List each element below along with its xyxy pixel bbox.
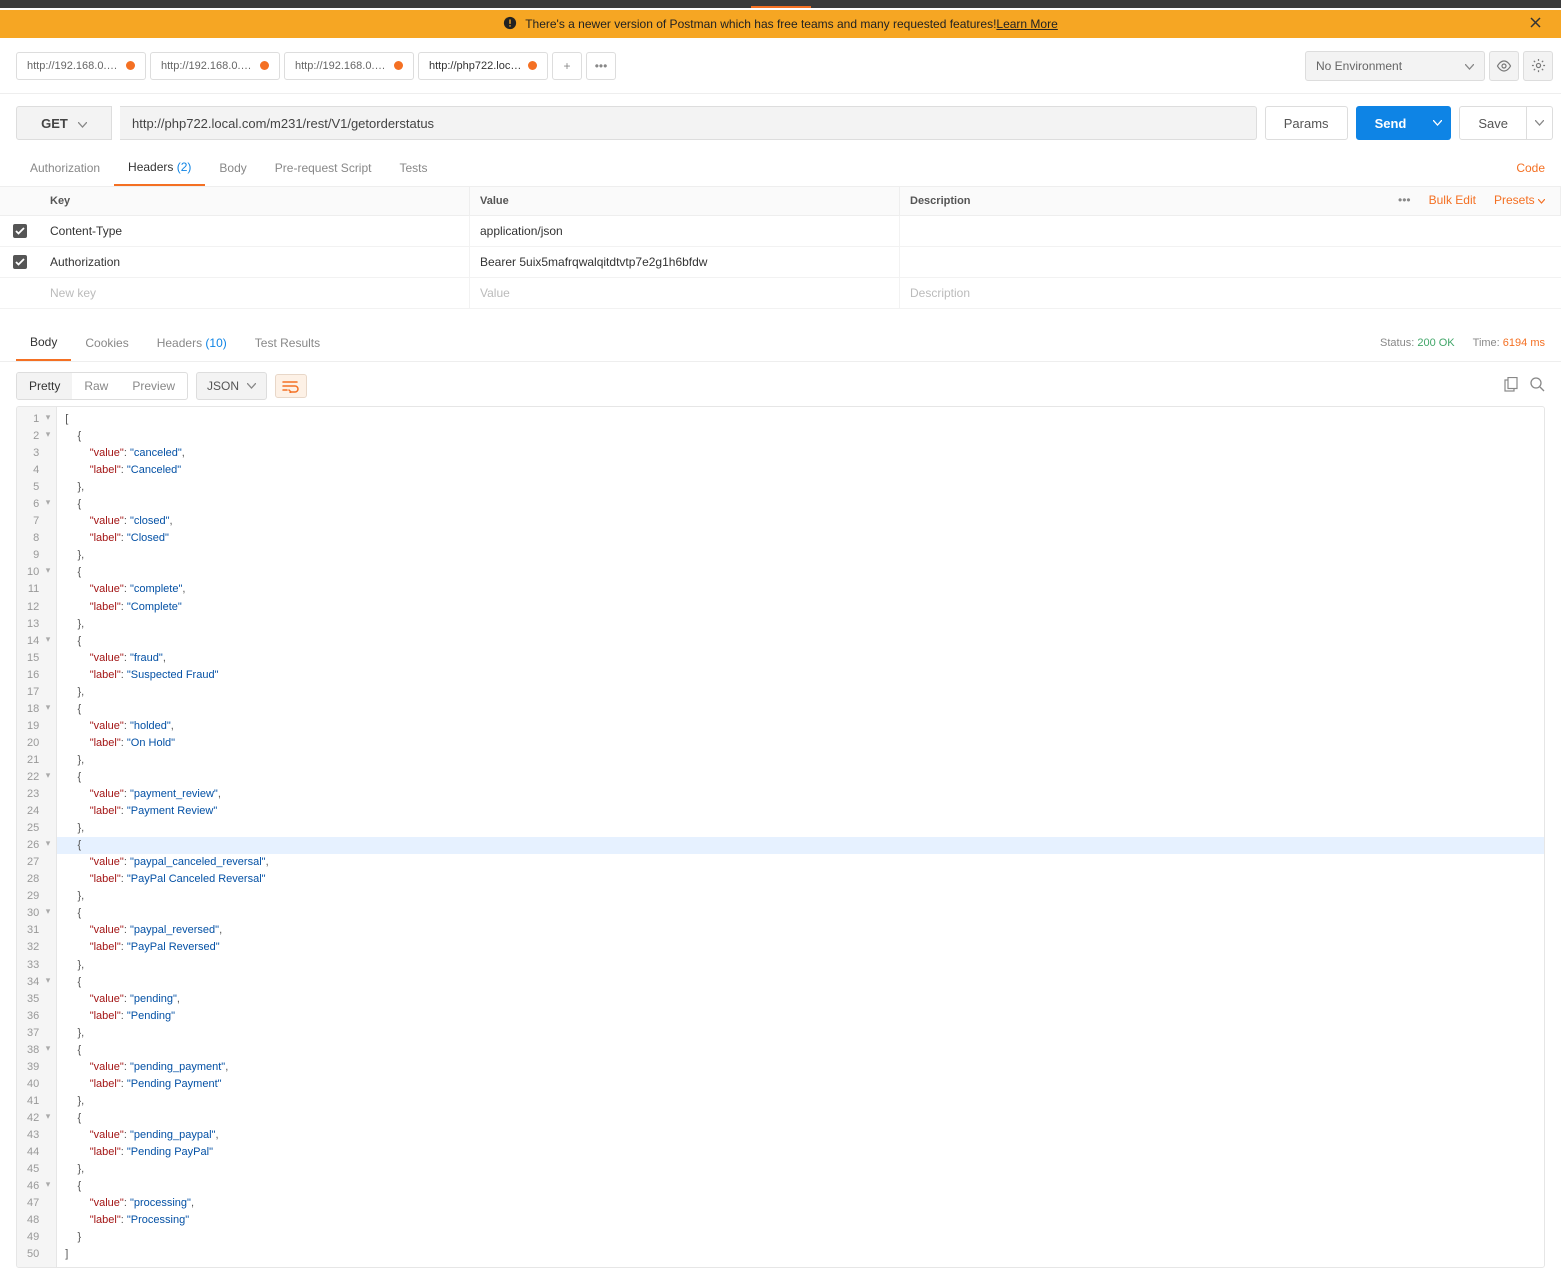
warning-icon (503, 16, 525, 33)
dirty-indicator-icon (394, 61, 403, 70)
kv-header-key: Key (40, 187, 470, 215)
environment-label: No Environment (1316, 59, 1402, 73)
tab-label: http://192.168.0.52/de (161, 60, 254, 72)
env-preview-icon[interactable] (1489, 51, 1519, 81)
dirty-indicator-icon (126, 61, 135, 70)
kv-header-row: Key Value Description (0, 187, 1561, 216)
row-checkbox[interactable] (13, 255, 27, 269)
request-row: GET http://php722.local.com/m231/rest/V1… (0, 94, 1561, 150)
titlebar-highlight (751, 6, 811, 8)
tab-headers[interactable]: Headers (2) (114, 150, 205, 186)
send-button[interactable]: Send (1356, 106, 1426, 140)
chevron-down-icon (1465, 59, 1474, 73)
mode-preview[interactable]: Preview (120, 373, 187, 399)
request-tab[interactable]: http://192.168.0.52/de (16, 52, 146, 80)
kv-desc-cell[interactable] (900, 247, 1561, 277)
viewer-toolbar: Pretty Raw Preview JSON (0, 362, 1561, 406)
request-tab[interactable]: http://192.168.0.52/de (150, 52, 280, 80)
tab-overflow-button[interactable]: ••• (586, 52, 616, 80)
tab-body[interactable]: Body (205, 151, 260, 185)
update-banner: There's a newer version of Postman which… (0, 10, 1561, 38)
resp-tab-tests[interactable]: Test Results (241, 326, 334, 360)
lang-select[interactable]: JSON (196, 372, 267, 400)
kv-row-new[interactable]: New key Value Description (0, 278, 1561, 309)
view-mode-segmented: Pretty Raw Preview (16, 372, 188, 400)
tab-label: http://192.168.0.52/de (27, 60, 120, 72)
request-tabs: http://192.168.0.52/de http://192.168.0.5… (16, 52, 616, 80)
kv-row: Content-Typeapplication/json (0, 216, 1561, 247)
tab-authorization[interactable]: Authorization (16, 151, 114, 185)
params-button[interactable]: Params (1265, 106, 1348, 140)
save-dropdown[interactable] (1527, 106, 1553, 140)
kv-value-cell[interactable]: Bearer 5uix5mafrqwalqitdtvtp7e2g1h6bfdw (470, 247, 900, 277)
dirty-indicator-icon (260, 61, 269, 70)
request-tab[interactable]: http://php722.local.co (418, 52, 548, 80)
kv-more-icon[interactable]: ••• (1398, 193, 1411, 207)
method-select[interactable]: GET (16, 106, 112, 140)
banner-link[interactable]: Learn More (996, 17, 1057, 31)
tab-label: http://php722.local.co (429, 60, 522, 72)
kv-key-cell[interactable]: Content-Type (40, 216, 470, 246)
mode-raw[interactable]: Raw (72, 373, 120, 399)
request-tab[interactable]: http://192.168.0.52/ (284, 52, 414, 80)
presets-link[interactable]: Presets (1494, 193, 1545, 207)
method-label: GET (41, 116, 68, 131)
status-value: 200 OK (1417, 337, 1454, 349)
copy-icon[interactable] (1504, 377, 1518, 395)
dirty-indicator-icon (528, 61, 537, 70)
response-tabs: Body Cookies Headers (10) Test Results S… (0, 325, 1561, 362)
resp-tab-cookies[interactable]: Cookies (71, 326, 142, 360)
add-tab-button[interactable]: + (552, 52, 582, 80)
chevron-down-icon (78, 116, 87, 131)
kv-desc-cell[interactable] (900, 216, 1561, 246)
close-icon[interactable] (1530, 17, 1549, 31)
environment-select[interactable]: No Environment (1305, 51, 1485, 81)
url-text: http://php722.local.com/m231/rest/V1/get… (132, 116, 434, 131)
mode-pretty[interactable]: Pretty (17, 373, 72, 399)
kv-row: AuthorizationBearer 5uix5mafrqwalqitdtvt… (0, 247, 1561, 278)
resp-tab-headers[interactable]: Headers (10) (143, 326, 241, 360)
url-input[interactable]: http://php722.local.com/m231/rest/V1/get… (120, 106, 1257, 140)
tab-prerequest[interactable]: Pre-request Script (261, 151, 386, 185)
response-body[interactable]: 1▾2▾3456▾78910▾11121314▾15161718▾1920212… (16, 406, 1545, 1268)
save-button[interactable]: Save (1459, 106, 1527, 140)
tab-tests[interactable]: Tests (385, 151, 441, 185)
resp-tab-body[interactable]: Body (16, 325, 71, 361)
send-dropdown[interactable] (1425, 106, 1451, 140)
code-link[interactable]: Code (1516, 161, 1545, 175)
row-checkbox[interactable] (13, 224, 27, 238)
request-sub-tabs: Authorization Headers (2) Body Pre-reque… (0, 150, 1561, 187)
builder-header: http://192.168.0.52/de http://192.168.0.5… (0, 38, 1561, 94)
response-meta: Status: 200 OK Time: 6194 ms (1380, 337, 1545, 349)
kv-key-cell[interactable]: Authorization (40, 247, 470, 277)
tab-label: http://192.168.0.52/ (295, 60, 388, 72)
bulk-edit-link[interactable]: Bulk Edit (1429, 193, 1476, 207)
kv-desc-placeholder[interactable]: Description (900, 278, 1561, 308)
kv-value-cell[interactable]: application/json (470, 216, 900, 246)
kv-key-placeholder[interactable]: New key (40, 278, 470, 308)
search-icon[interactable] (1530, 377, 1545, 395)
banner-text: There's a newer version of Postman which… (525, 17, 996, 31)
settings-icon[interactable] (1523, 51, 1553, 81)
time-value: 6194 ms (1503, 337, 1545, 349)
wrap-toggle-icon[interactable] (275, 374, 307, 398)
kv-value-placeholder[interactable]: Value (470, 278, 900, 308)
kv-header-value: Value (470, 187, 900, 215)
